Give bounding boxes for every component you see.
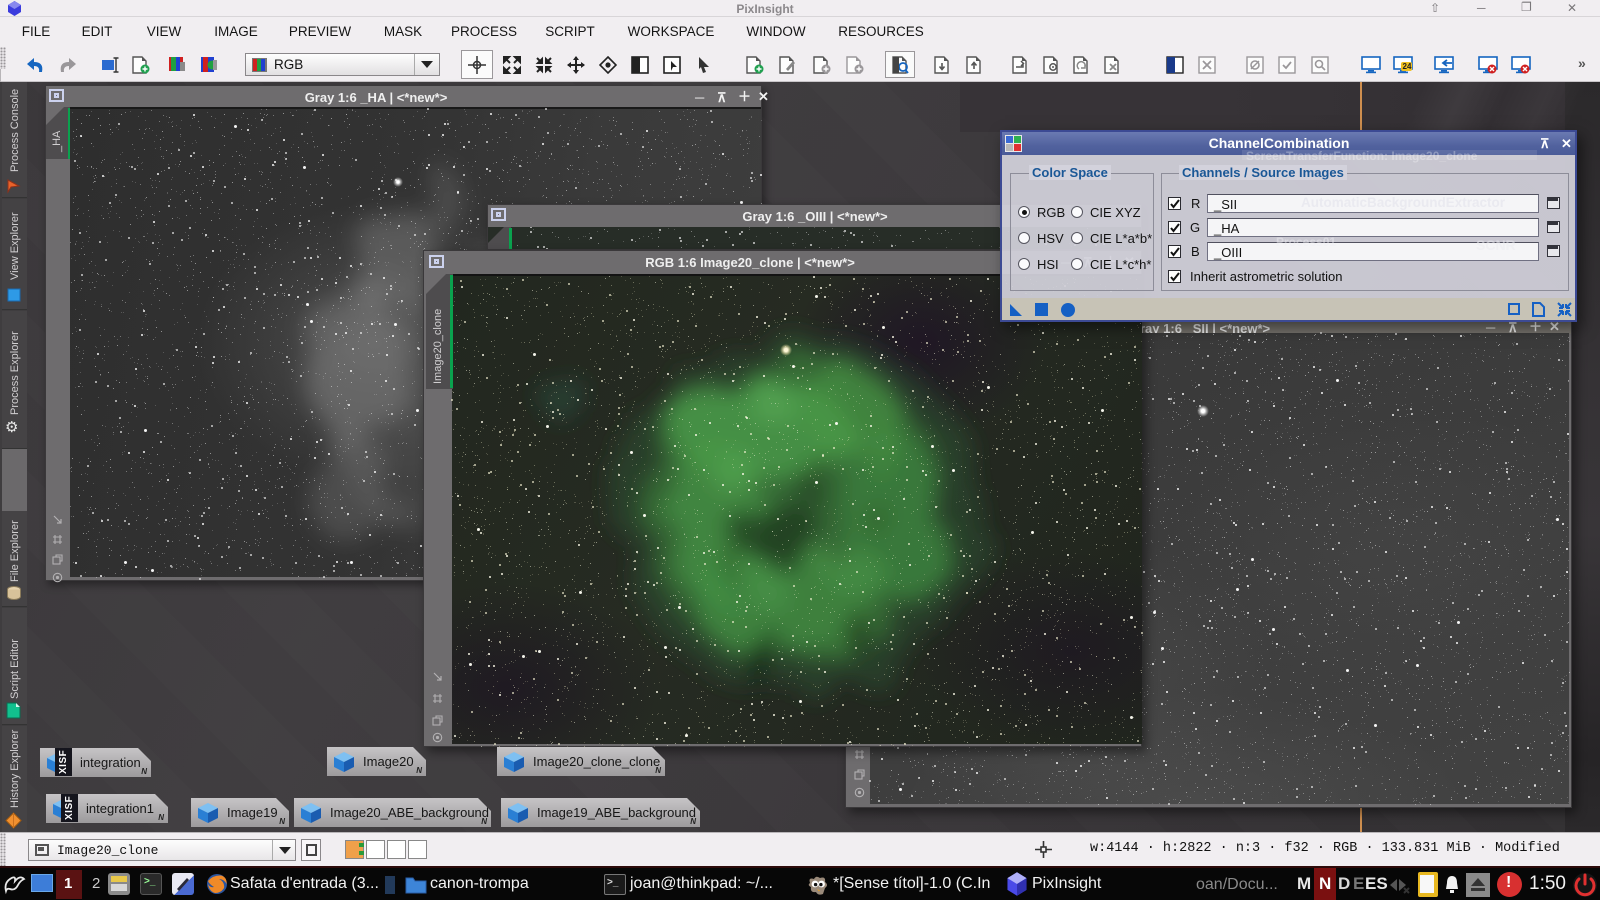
svg-text:24: 24 [1403,62,1412,71]
